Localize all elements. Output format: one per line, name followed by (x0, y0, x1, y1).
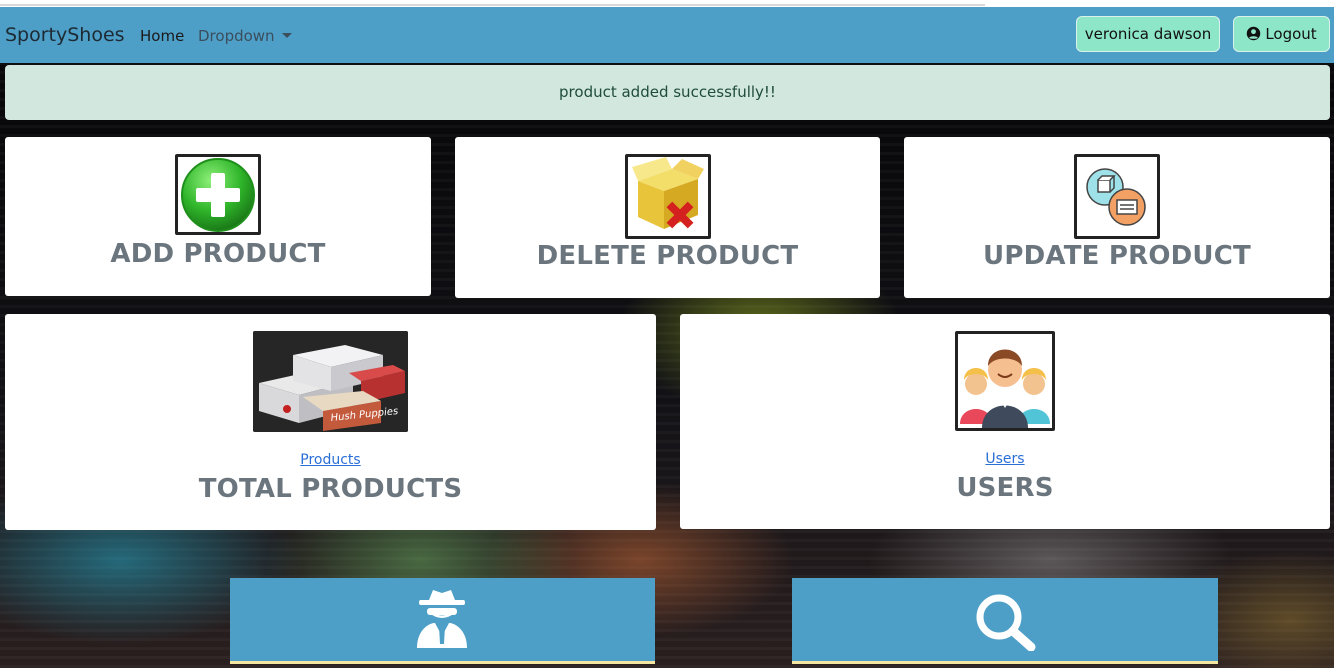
users-card: Users USERS (680, 314, 1330, 529)
nav-dropdown-toggle[interactable]: Dropdown (198, 27, 292, 45)
add-product-card[interactable]: ADD PRODUCT (5, 137, 431, 296)
users-title: USERS (956, 473, 1054, 503)
nav-dropdown-label: Dropdown (198, 27, 275, 45)
add-product-title: ADD PRODUCT (110, 239, 326, 269)
success-alert: product added successfully!! (5, 65, 1330, 120)
user-name-button[interactable]: veronica dawson (1076, 16, 1220, 52)
add-plus-icon (175, 154, 261, 235)
update-product-card[interactable]: UPDATE PRODUCT (904, 137, 1330, 298)
tile-base-strip (792, 661, 1218, 664)
caret-down-icon (281, 33, 292, 38)
navbar: SportyShoes Home Dropdown veronica dawso… (0, 7, 1334, 63)
spy-tile[interactable] (230, 578, 655, 664)
browser-top-strip (0, 0, 1334, 7)
delete-product-title: DELETE PRODUCT (536, 241, 799, 271)
brand-link[interactable]: SportyShoes (5, 24, 125, 46)
update-product-title: UPDATE PRODUCT (983, 241, 1251, 271)
box-delete-icon (625, 154, 711, 239)
total-products-title: TOTAL PRODUCTS (198, 474, 463, 504)
tile-base-strip (230, 661, 655, 664)
search-tile[interactable] (792, 578, 1218, 664)
shoe-boxes-image: Hush Puppies (253, 331, 408, 432)
delete-product-card[interactable]: DELETE PRODUCT (455, 137, 880, 298)
users-link[interactable]: Users (680, 451, 1330, 467)
nav-home-link[interactable]: Home (140, 27, 184, 45)
alert-message: product added successfully!! (559, 83, 776, 101)
users-group-icon (955, 331, 1055, 431)
products-link[interactable]: Products (5, 452, 656, 468)
user-circle-icon (1247, 26, 1261, 41)
spy-icon (417, 590, 467, 648)
total-products-card: Hush Puppies Products TOTAL PRODUCTS (5, 314, 656, 530)
update-exchange-icon (1074, 154, 1160, 239)
logout-button[interactable]: Logout (1233, 16, 1330, 52)
search-icon (976, 594, 1036, 651)
logout-label: Logout (1265, 25, 1317, 43)
